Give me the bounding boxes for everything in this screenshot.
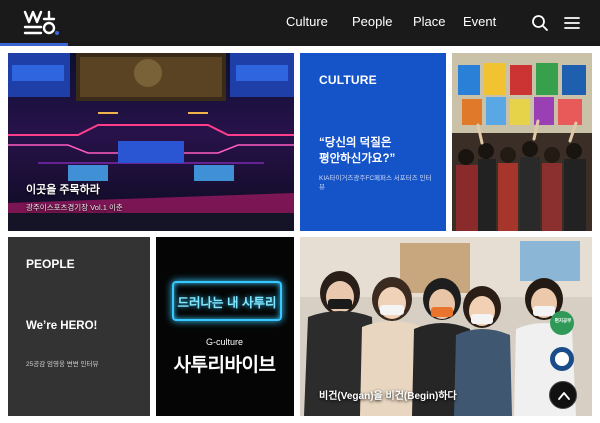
- search-icon[interactable]: [530, 13, 550, 33]
- menu-icon[interactable]: [562, 13, 582, 33]
- people-subtitle: 25공감 엄영웅 변변 인터뷰: [26, 361, 99, 368]
- nav-event[interactable]: Event: [463, 14, 496, 30]
- culture-subtitle: KIA타이거즈광주FC페퍼스 서포터즈 인터뷰: [319, 175, 432, 191]
- page: Culture People Place Event 이곳을 주목하라 광주이스…: [0, 0, 600, 423]
- vegan-badge: 편지공부: [554, 318, 572, 323]
- vegan-caption: 비건(Vegan)을 비건(Begin)하다: [319, 391, 457, 402]
- chevron-up-icon: [558, 392, 570, 400]
- fans-photo-image: [452, 53, 592, 231]
- culture-title: “당신의 덕질은 평안하신가요?”: [319, 135, 439, 167]
- nav-people[interactable]: People: [352, 14, 392, 30]
- logo-active-indicator: [0, 43, 68, 46]
- card-esports-arena[interactable]: 이곳을 주목하라 광주이스포츠경기장 Vol.1 이춘: [8, 53, 294, 231]
- saturi-kicker: G-culture: [205, 337, 243, 347]
- card-people[interactable]: PEOPLE We’re HERO! 25공감 엄영웅 변변 인터뷰: [8, 237, 150, 416]
- header: Culture People Place Event: [0, 0, 600, 46]
- nav-place[interactable]: Place: [413, 14, 446, 30]
- culture-title-line2: 평안하신가요?”: [319, 153, 396, 165]
- site-logo[interactable]: [22, 8, 62, 38]
- people-category-label: PEOPLE: [26, 257, 75, 271]
- esports-title: 이곳을 주목하라: [26, 184, 100, 196]
- scroll-top-button[interactable]: [549, 381, 577, 409]
- people-title: We’re HERO!: [26, 320, 98, 332]
- card-fans-photo[interactable]: [452, 53, 592, 231]
- culture-title-line1: “당신의 덕질은: [319, 137, 392, 149]
- neon-sign-text: 드러나는 내 사투리: [177, 296, 277, 310]
- saturi-title: 사투리바이브: [173, 355, 276, 376]
- card-culture[interactable]: CULTURE “당신의 덕질은 평안하신가요?” KIA타이거즈광주FC페퍼스…: [300, 53, 446, 231]
- nav-culture[interactable]: Culture: [286, 14, 328, 30]
- esports-subtitle: 광주이스포츠경기장 Vol.1 이춘: [26, 203, 123, 212]
- card-saturi-vibe[interactable]: 드러나는 내 사투리 G-culture 사투리바이브: [156, 237, 294, 416]
- neon-sign: 드러나는 내 사투리: [172, 281, 282, 321]
- card-vegan[interactable]: 편지공부 비건(Vegan)을 비건(Begin)하다: [300, 237, 592, 416]
- culture-category-label: CULTURE: [319, 73, 377, 87]
